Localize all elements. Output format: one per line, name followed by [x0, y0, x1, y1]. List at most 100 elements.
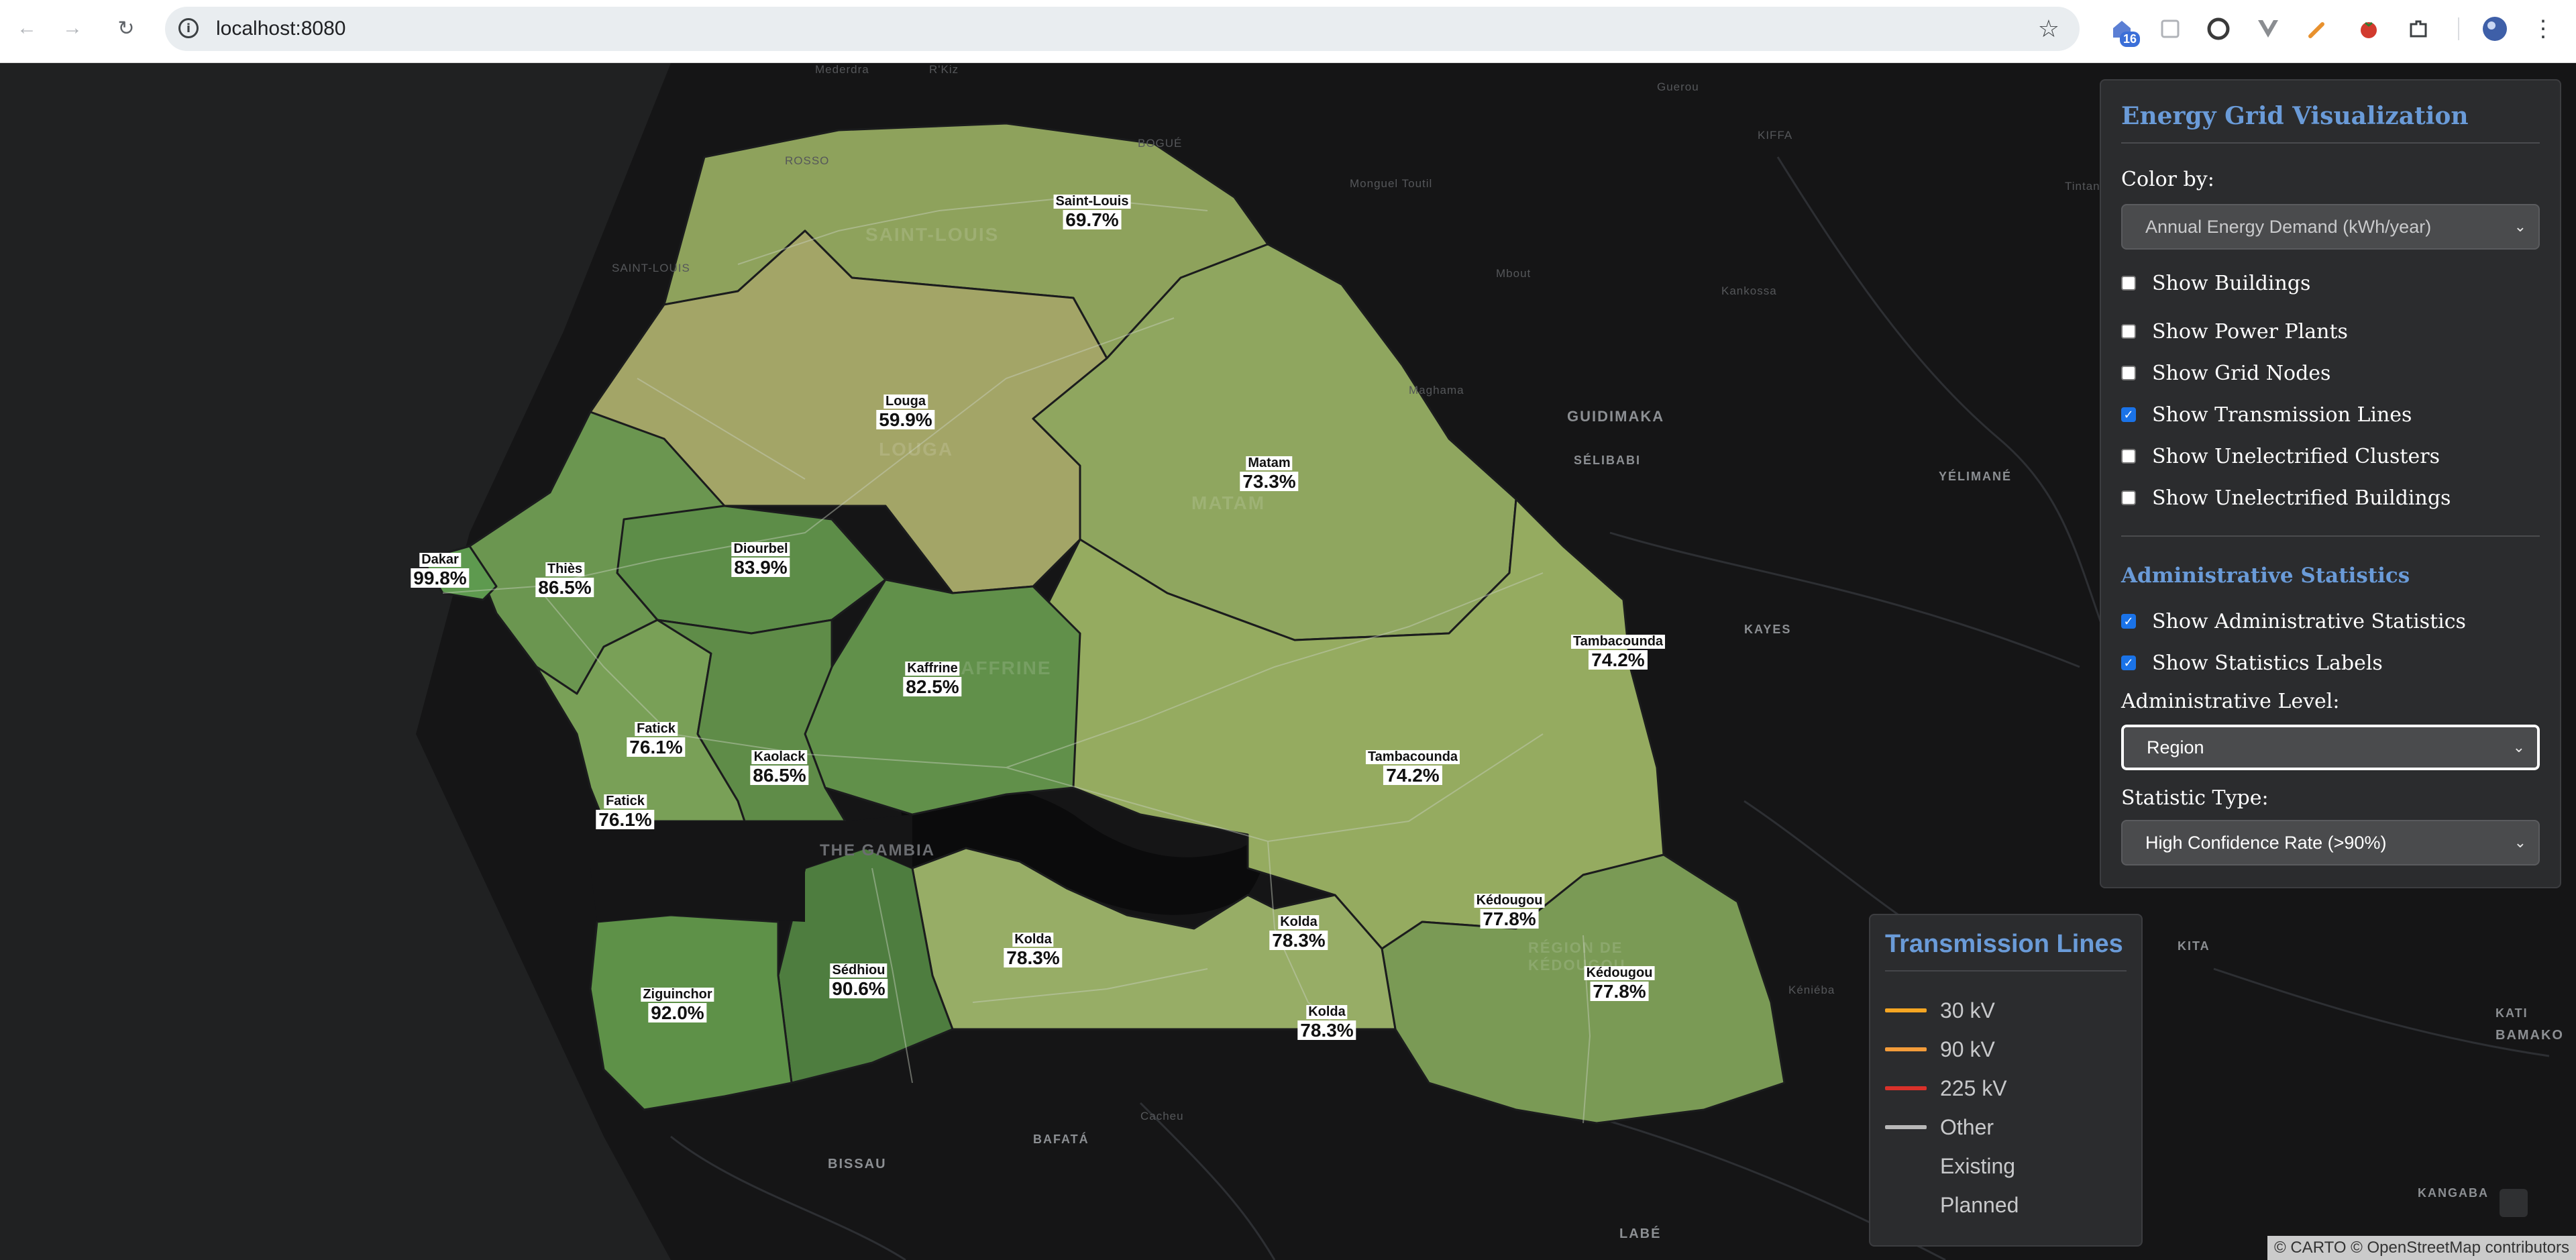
profile-avatar-icon[interactable] — [2481, 15, 2509, 43]
place-label: Guerou — [1657, 81, 1699, 93]
stat-label-matam: Matam 73.3% — [1240, 456, 1299, 491]
stat-label-kolda: Kolda 78.3% — [1297, 1005, 1356, 1040]
stat-label-fatick: Fatick 76.1% — [627, 722, 686, 757]
checkbox-show-unelectrified-buildings[interactable] — [2121, 490, 2136, 505]
stat-label-thies: Thiès 86.5% — [535, 562, 594, 597]
checkbox-label: Show Statistics Labels — [2152, 651, 2383, 675]
place-label: Monguel Toutil — [1350, 177, 1433, 190]
toggle-show-stats-labels[interactable]: ✓ Show Statistics Labels — [2121, 649, 2383, 676]
legend-label: 30 kV — [1940, 998, 1995, 1022]
toggle-show-buildings[interactable]: Show Buildings — [2121, 270, 2310, 297]
stat-label-kaffrine: Kaffrine 82.5% — [903, 662, 962, 696]
vue-devtools-icon[interactable] — [2254, 15, 2282, 43]
region-watermark: THE GAMBIA — [820, 841, 935, 859]
extension-grid-icon[interactable] — [2156, 15, 2184, 43]
legend-item: 30 kV — [1885, 997, 1995, 1024]
checkbox-show-transmission-lines[interactable]: ✓ — [2121, 407, 2136, 422]
stat-label-kolda: Kolda 78.3% — [1269, 915, 1328, 950]
grammarly-icon[interactable] — [2204, 15, 2233, 43]
kebab-menu-icon[interactable]: ⋮ — [2529, 15, 2557, 43]
legend-swatch-other — [1885, 1125, 1927, 1129]
legend-item: 90 kV — [1885, 1036, 1995, 1063]
legend-label: 90 kV — [1940, 1037, 1995, 1061]
toggle-show-unelectrified-buildings[interactable]: Show Unelectrified Buildings — [2121, 484, 2451, 511]
stat-label-kedougou: Kédougou 77.8% — [1474, 894, 1545, 929]
checkbox-show-power-plants[interactable] — [2121, 324, 2136, 339]
checkbox-label: Show Grid Nodes — [2152, 361, 2331, 385]
legend-label: Other — [1940, 1114, 1994, 1139]
address-url[interactable]: localhost:8080 — [216, 17, 345, 40]
toolbar-divider — [2458, 17, 2459, 40]
extension-home-icon[interactable]: 16 — [2108, 15, 2140, 47]
checkbox-label: Show Administrative Statistics — [2152, 609, 2466, 633]
address-bar[interactable]: i localhost:8080 ☆ — [165, 7, 2080, 51]
chevron-down-icon: ⌄ — [2512, 739, 2525, 755]
legend-label: 225 kV — [1940, 1075, 2007, 1100]
checkbox-show-stats-labels[interactable]: ✓ — [2121, 655, 2136, 670]
legend-label: Existing — [1940, 1153, 2016, 1178]
place-label: R'Kiz — [929, 63, 959, 76]
checkbox-show-admin-stats[interactable]: ✓ — [2121, 614, 2136, 629]
region-watermark: SAINT-LOUIS — [612, 262, 690, 274]
place-label: YÉLIMANÉ — [1939, 470, 2012, 483]
checkbox-label: Show Transmission Lines — [2152, 403, 2412, 427]
checkbox-label: Show Unelectrified Clusters — [2152, 444, 2440, 468]
bookmark-star-icon[interactable]: ☆ — [2038, 15, 2059, 43]
checkbox-show-buildings[interactable] — [2121, 276, 2136, 291]
admin-level-select[interactable]: Region ⌄ — [2120, 723, 2541, 772]
chevron-down-icon: ⌄ — [2514, 218, 2526, 235]
color-picker-icon[interactable] — [2304, 15, 2332, 43]
stat-label-ziguinchor: Ziguinchor 92.0% — [641, 988, 714, 1022]
toggle-show-power-plants[interactable]: Show Power Plants — [2121, 318, 2348, 345]
legend-item: 225 kV — [1885, 1075, 2007, 1102]
toggle-show-grid-nodes[interactable]: Show Grid Nodes — [2121, 360, 2330, 386]
legend-label: Planned — [1940, 1192, 2019, 1217]
legend-item: Other — [1885, 1114, 1994, 1141]
toggle-show-transmission-lines[interactable]: ✓ Show Transmission Lines — [2121, 401, 2412, 428]
color-by-select[interactable]: Annual Energy Demand (kWh/year) ⌄ — [2121, 204, 2540, 250]
region-watermark: LOUGA — [879, 439, 954, 460]
map-corner-button[interactable] — [2500, 1189, 2528, 1217]
puzzle-extensions-icon[interactable] — [2404, 15, 2432, 43]
transmission-legend: Transmission Lines 30 kV 90 kV 225 kV Ot… — [1869, 914, 2143, 1247]
place-label: BAFATÁ — [1033, 1133, 1089, 1146]
place-label: GUIDIMAKA — [1567, 408, 1665, 425]
place-label: Cacheu — [1140, 1110, 1184, 1122]
site-info-icon[interactable]: i — [178, 18, 199, 38]
stat-label-tambacounda: Tambacounda 74.2% — [1570, 635, 1666, 670]
reload-icon[interactable]: ↻ — [111, 13, 141, 43]
tomato-icon[interactable] — [2355, 15, 2383, 43]
forward-arrow-icon[interactable]: → — [58, 13, 87, 43]
stat-label-fatick: Fatick 76.1% — [596, 794, 655, 829]
panel-title: Energy Grid Visualization — [2121, 102, 2469, 130]
back-arrow-icon[interactable]: ← — [12, 13, 42, 43]
checkbox-label: Show Power Plants — [2152, 319, 2348, 344]
stat-label-kolda: Kolda 78.3% — [1004, 933, 1063, 967]
legend-item: Existing — [1885, 1153, 2015, 1179]
place-label: LABÉ — [1619, 1226, 1662, 1241]
place-label: ROSSO — [785, 154, 830, 167]
stat-label-saint-louis: Saint-Louis 69.7% — [1053, 195, 1131, 229]
stat-label-dakar: Dakar 99.8% — [411, 553, 470, 588]
color-by-value: Annual Energy Demand (kWh/year) — [2145, 216, 2432, 237]
panel-divider — [2121, 142, 2540, 144]
stat-label-louga: Louga 59.9% — [876, 395, 935, 429]
admin-stats-title: Administrative Statistics — [2121, 564, 2410, 588]
map-attribution[interactable]: © CARTO © OpenStreetMap contributors — [2267, 1236, 2576, 1260]
checkbox-show-unelectrified-clusters[interactable] — [2121, 449, 2136, 464]
toggle-show-unelectrified-clusters[interactable]: Show Unelectrified Clusters — [2121, 443, 2440, 470]
legend-swatch-225kv — [1885, 1086, 1927, 1090]
browser-toolbar: ← → ↻ i localhost:8080 ☆ 16 ⋮ — [0, 0, 2576, 63]
checkbox-show-grid-nodes[interactable] — [2121, 366, 2136, 380]
stat-type-select[interactable]: High Confidence Rate (>90%) ⌄ — [2121, 820, 2540, 865]
legend-divider — [1885, 970, 2127, 972]
place-label: BOGUÉ — [1138, 137, 1183, 150]
place-label: KITA — [2178, 939, 2210, 953]
stat-label-sedhiou: Sédhiou 90.6% — [829, 963, 888, 998]
toggle-show-admin-stats[interactable]: ✓ Show Administrative Statistics — [2121, 608, 2466, 635]
place-label: SÉLIBABI — [1574, 454, 1642, 467]
legend-title: Transmission Lines — [1885, 930, 2123, 958]
panel-divider — [2121, 535, 2540, 537]
legend-swatch-30kv — [1885, 1008, 1927, 1012]
color-by-label: Color by: — [2121, 168, 2214, 191]
